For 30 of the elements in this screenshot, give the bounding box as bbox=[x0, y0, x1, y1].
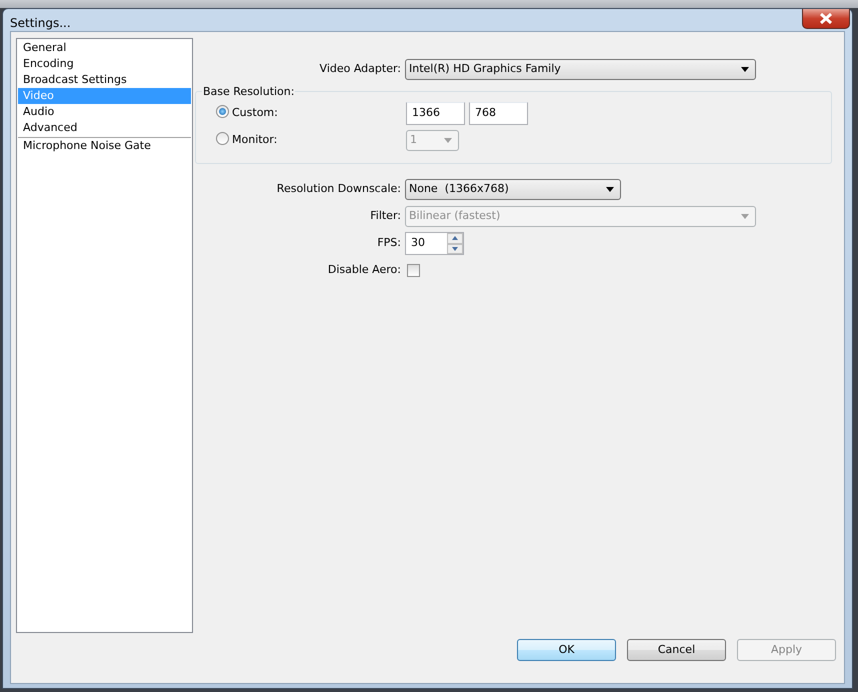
caret-icon bbox=[606, 187, 614, 192]
sidebar-item[interactable]: Microphone Noise Gate bbox=[18, 137, 191, 153]
dialog-button[interactable]: OK bbox=[517, 639, 616, 661]
checkbox[interactable] bbox=[407, 264, 420, 277]
sidebar-item[interactable]: Advanced bbox=[18, 120, 191, 136]
sidebar-item[interactable]: Encoding bbox=[18, 56, 191, 72]
close-icon bbox=[819, 13, 833, 24]
sidebar-item[interactable]: Broadcast Settings bbox=[18, 72, 191, 88]
caret-icon bbox=[741, 67, 749, 72]
field-label: Video Adapter: bbox=[318, 61, 402, 78]
caret-icon bbox=[741, 214, 749, 219]
video-adapter-dropdown[interactable]: Intel(R) HD Graphics Family bbox=[405, 59, 756, 80]
radio-button[interactable] bbox=[216, 105, 229, 118]
radio-label: Monitor: bbox=[232, 132, 278, 148]
downscale-dropdown[interactable]: None (1366x768) bbox=[405, 179, 621, 200]
field-label: FPS: bbox=[376, 235, 402, 252]
fps-spinbox[interactable]: 30 bbox=[405, 232, 464, 255]
field-label: Filter: bbox=[369, 208, 402, 224]
caret-icon bbox=[444, 138, 452, 143]
close-button[interactable] bbox=[802, 9, 850, 29]
radio-label: Custom: bbox=[232, 105, 278, 122]
sidebar-item[interactable]: Audio bbox=[18, 104, 191, 120]
field-label: Disable Aero: bbox=[326, 262, 402, 278]
dialog-button[interactable]: Cancel bbox=[627, 639, 726, 661]
width-field[interactable]: 1366 bbox=[406, 102, 465, 125]
spin-arrows-icon[interactable] bbox=[447, 233, 463, 254]
window-title: Settings... bbox=[10, 15, 71, 31]
sidebar-item[interactable]: General bbox=[18, 40, 191, 56]
height-field[interactable]: 768 bbox=[469, 102, 528, 125]
field-label: Resolution Downscale: bbox=[276, 181, 402, 198]
